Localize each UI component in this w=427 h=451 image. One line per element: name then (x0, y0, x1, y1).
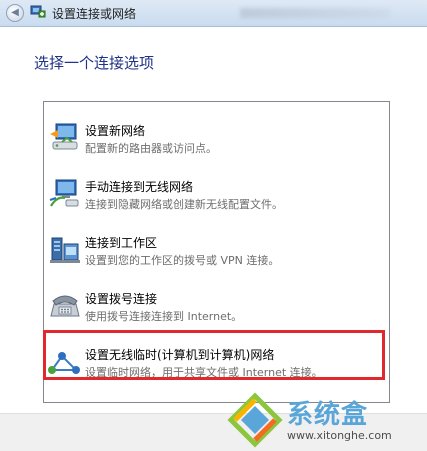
option-new-network[interactable]: 设置新网络 配置新的路由器或访问点。 (44, 110, 389, 162)
workplace-icon (50, 237, 80, 263)
watermark-url: www.xitonghe.com (287, 429, 392, 442)
title-bar: ◀ 设置连接或网络 (0, 0, 427, 27)
highlight-frame (43, 330, 385, 380)
wireless-network-icon (49, 179, 79, 207)
watermark-logo-icon (227, 392, 283, 448)
watermark-name: 系统盒 (287, 400, 369, 430)
option-description: 使用拨号连接连接到 Internet。 (85, 310, 243, 323)
network-icon (30, 5, 46, 18)
router-icon (50, 123, 78, 150)
option-manual-wireless[interactable]: 手动连接到无线网络 连接到隐藏网络或创建新无线配置文件。 (44, 166, 389, 218)
page-heading: 选择一个连接选项 (34, 54, 155, 72)
option-dialup[interactable]: 设置拨号连接 使用拨号连接连接到 Internet。 (44, 278, 389, 330)
option-title: 设置拨号连接 (85, 292, 158, 306)
option-workplace[interactable]: 连接到工作区 设置到您的工作区的拨号或 VPN 连接。 (44, 222, 389, 274)
option-description: 配置新的路由器或访问点。 (85, 142, 217, 155)
option-description: 连接到隐藏网络或创建新无线配置文件。 (85, 198, 283, 211)
option-title: 手动连接到无线网络 (85, 180, 194, 194)
blurred-title-area (240, 8, 390, 18)
option-title: 连接到工作区 (85, 236, 158, 250)
telephone-icon (50, 295, 80, 317)
dialog-window: ◀ 设置连接或网络 选择一个连接选项 设置新网络 配置新的路由器或访问点。 手动… (0, 0, 427, 451)
option-description: 设置到您的工作区的拨号或 VPN 连接。 (85, 254, 280, 267)
watermark: 系统盒 www.xitonghe.com (227, 392, 417, 448)
option-title: 设置新网络 (85, 124, 146, 138)
window-title: 设置连接或网络 (52, 7, 137, 21)
back-button[interactable]: ◀ (6, 4, 24, 22)
